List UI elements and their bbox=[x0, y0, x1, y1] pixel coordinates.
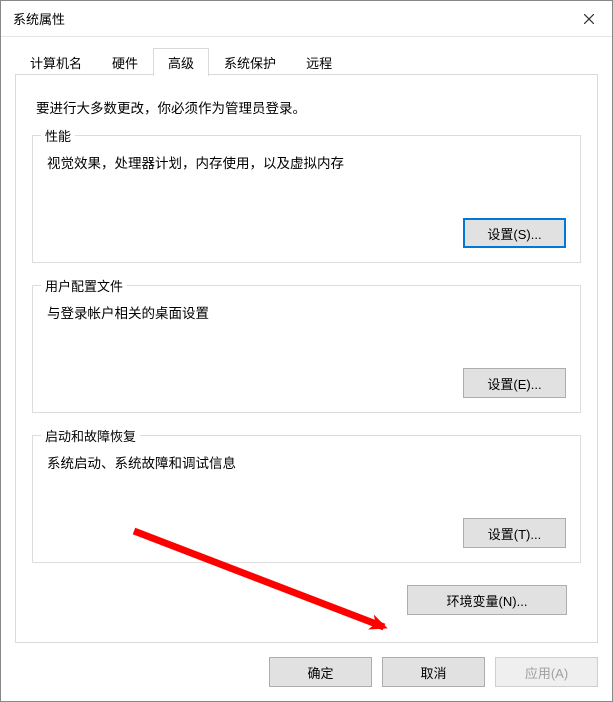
env-variables-row: 环境变量(N)... bbox=[32, 585, 581, 615]
cancel-button[interactable]: 取消 bbox=[382, 657, 485, 687]
startup-recovery-settings-button[interactable]: 设置(T)... bbox=[463, 518, 566, 548]
close-icon bbox=[584, 14, 594, 24]
tabpanel-advanced: 要进行大多数更改，你必须作为管理员登录。 性能 视觉效果，处理器计划，内存使用，… bbox=[15, 74, 598, 643]
group-performance: 性能 视觉效果，处理器计划，内存使用，以及虚拟内存 设置(S)... bbox=[32, 135, 581, 263]
user-profiles-settings-button[interactable]: 设置(E)... bbox=[463, 368, 566, 398]
close-button[interactable] bbox=[566, 1, 612, 37]
tab-remote[interactable]: 远程 bbox=[291, 48, 347, 76]
tab-hardware[interactable]: 硬件 bbox=[97, 48, 153, 76]
apply-button[interactable]: 应用(A) bbox=[495, 657, 598, 687]
ok-button[interactable]: 确定 bbox=[269, 657, 372, 687]
window-title: 系统属性 bbox=[13, 9, 65, 28]
tab-advanced[interactable]: 高级 bbox=[153, 48, 209, 76]
system-properties-window: 系统属性 计算机名 硬件 高级 系统保护 远程 要进行大多数更改，你必须作为管理… bbox=[0, 0, 613, 702]
group-user-profiles: 用户配置文件 与登录帐户相关的桌面设置 设置(E)... bbox=[32, 285, 581, 413]
group-startup-recovery-legend: 启动和故障恢复 bbox=[41, 426, 140, 445]
group-user-profiles-legend: 用户配置文件 bbox=[41, 276, 127, 295]
dialog-footer: 确定 取消 应用(A) bbox=[1, 643, 612, 701]
tabstrip: 计算机名 硬件 高级 系统保护 远程 bbox=[15, 49, 598, 75]
group-performance-btn-row: 设置(S)... bbox=[47, 218, 566, 248]
content-area: 计算机名 硬件 高级 系统保护 远程 要进行大多数更改，你必须作为管理员登录。 … bbox=[1, 37, 612, 643]
group-startup-recovery-btn-row: 设置(T)... bbox=[47, 518, 566, 548]
performance-settings-button[interactable]: 设置(S)... bbox=[463, 218, 566, 248]
tab-system-protection[interactable]: 系统保护 bbox=[209, 48, 291, 76]
group-startup-recovery: 启动和故障恢复 系统启动、系统故障和调试信息 设置(T)... bbox=[32, 435, 581, 563]
group-user-profiles-desc: 与登录帐户相关的桌面设置 bbox=[47, 302, 566, 322]
group-user-profiles-btn-row: 设置(E)... bbox=[47, 368, 566, 398]
admin-intro-text: 要进行大多数更改，你必须作为管理员登录。 bbox=[36, 97, 577, 117]
titlebar: 系统属性 bbox=[1, 1, 612, 37]
group-performance-legend: 性能 bbox=[41, 126, 75, 145]
group-startup-recovery-desc: 系统启动、系统故障和调试信息 bbox=[47, 452, 566, 472]
group-performance-desc: 视觉效果，处理器计划，内存使用，以及虚拟内存 bbox=[47, 152, 566, 172]
environment-variables-button[interactable]: 环境变量(N)... bbox=[407, 585, 567, 615]
tab-computer-name[interactable]: 计算机名 bbox=[15, 48, 97, 76]
